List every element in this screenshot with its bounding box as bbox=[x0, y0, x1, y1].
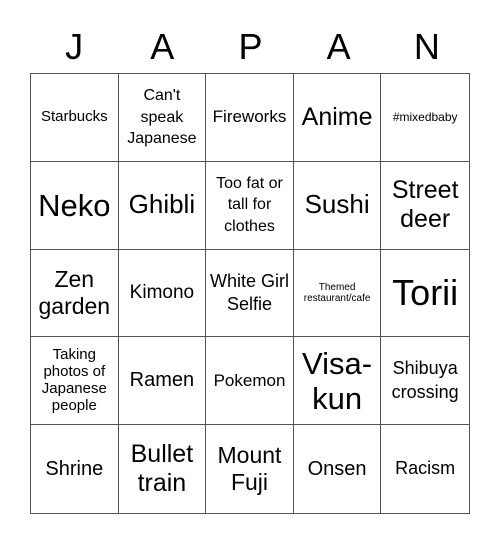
bingo-header: J A P A N bbox=[30, 22, 471, 72]
bingo-cell[interactable]: #mixedbaby bbox=[381, 74, 469, 162]
bingo-cell[interactable]: Visa-kun bbox=[293, 337, 382, 426]
bingo-cell[interactable]: Too fat or tall for clothes bbox=[206, 161, 294, 250]
header-letter-p: P bbox=[238, 26, 263, 67]
header-letter-a: A bbox=[150, 26, 175, 67]
bingo-cell[interactable]: Sushi bbox=[293, 161, 382, 250]
bingo-grid: Starbucks Can't speak Japanese Fireworks… bbox=[30, 73, 470, 514]
header-letter-a2: A bbox=[326, 26, 351, 67]
bingo-cell[interactable]: Ghibli bbox=[118, 161, 207, 250]
header-letter-j: J bbox=[65, 26, 84, 67]
bingo-cell[interactable]: White Girl Selfie bbox=[206, 249, 294, 338]
bingo-cell[interactable]: Starbucks bbox=[31, 74, 119, 162]
bingo-cell[interactable]: Neko bbox=[31, 161, 119, 250]
bingo-cell[interactable]: Torii bbox=[381, 250, 469, 338]
bingo-cell[interactable]: Racism bbox=[381, 425, 469, 513]
bingo-cell[interactable]: Kimono bbox=[118, 249, 207, 338]
bingo-cell[interactable]: Anime bbox=[293, 74, 382, 162]
bingo-cell[interactable]: Zen garden bbox=[31, 249, 119, 338]
bingo-cell[interactable]: Shrine bbox=[31, 425, 119, 513]
header-letter-n: N bbox=[413, 26, 440, 67]
bingo-cell[interactable]: Shibuya crossing bbox=[381, 337, 469, 426]
bingo-cell[interactable]: Bullet train bbox=[119, 425, 207, 513]
bingo-cell[interactable]: Fireworks bbox=[206, 74, 294, 162]
bingo-cell[interactable]: Themed restaurant/cafe bbox=[293, 249, 382, 338]
bingo-cell[interactable]: Can't speak Japanese bbox=[118, 74, 207, 162]
bingo-cell[interactable]: Taking photos of Japanese people bbox=[31, 337, 119, 426]
bingo-cell[interactable]: Pokemon bbox=[206, 337, 294, 426]
bingo-cell[interactable]: Ramen bbox=[118, 337, 207, 426]
bingo-cell[interactable]: Onsen bbox=[294, 425, 382, 513]
bingo-cell[interactable]: Street deer bbox=[381, 162, 469, 250]
bingo-cell[interactable]: Mount Fuji bbox=[206, 425, 294, 513]
